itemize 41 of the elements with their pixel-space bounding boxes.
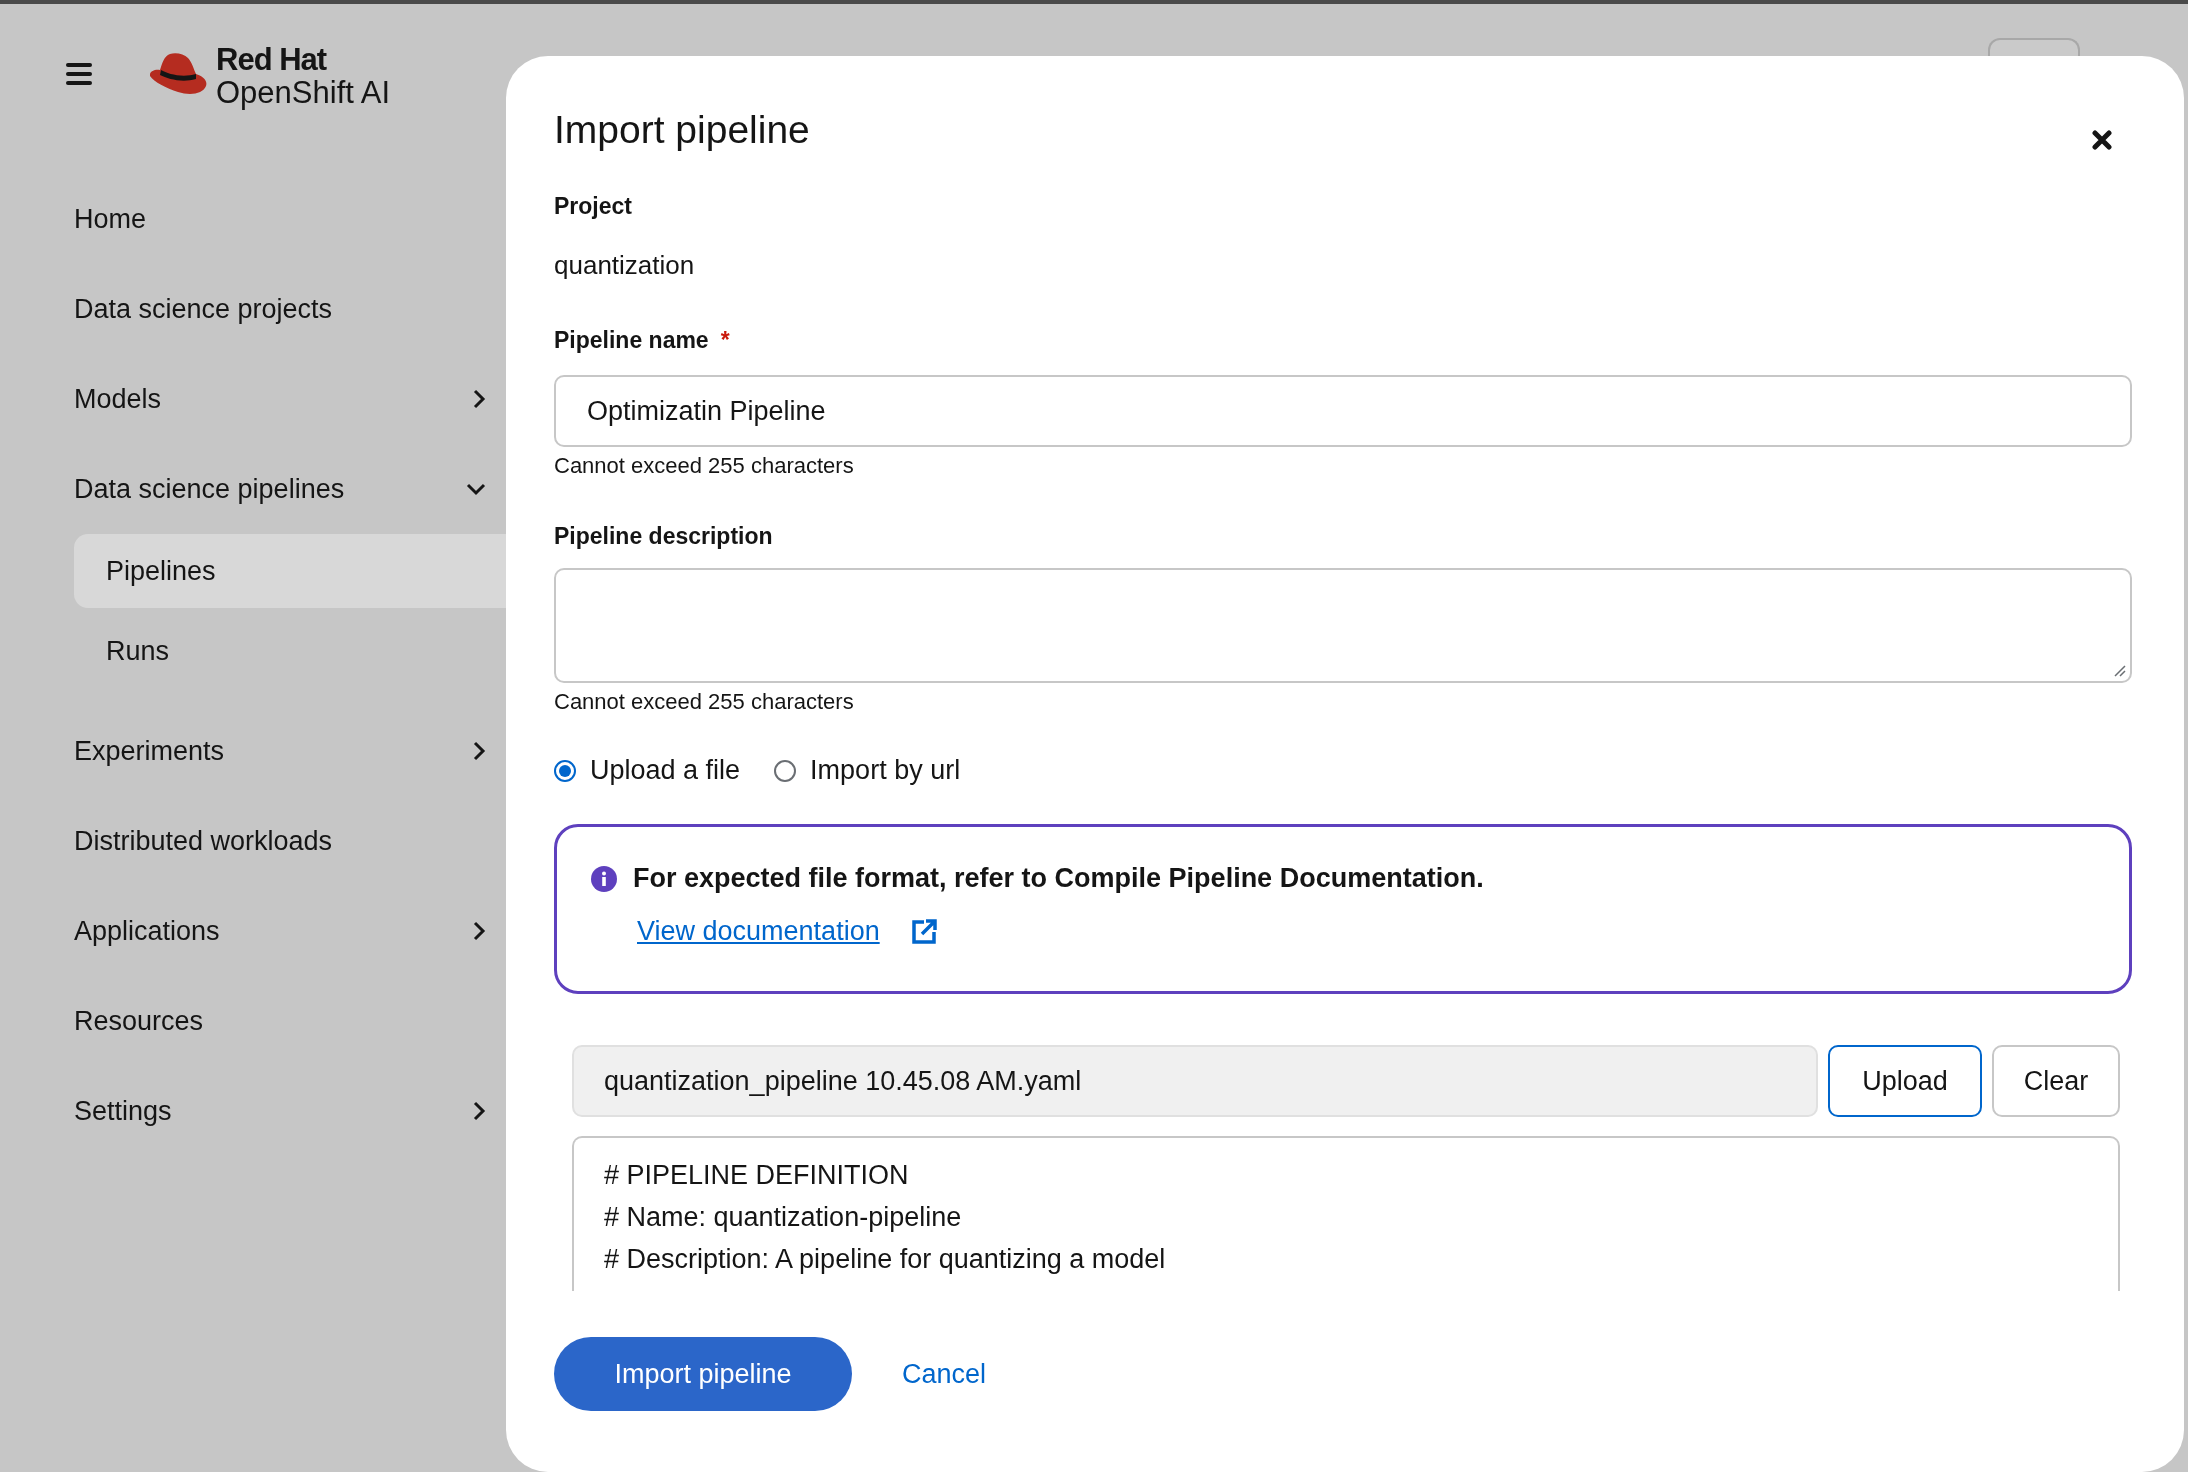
external-link-icon[interactable] bbox=[909, 917, 938, 946]
code-editor[interactable]: # PIPELINE DEFINITION # Name: quantization-pipeline # Description: A pipeline for quantizing a model bbox=[572, 1136, 2120, 1291]
radio-icon[interactable] bbox=[774, 759, 797, 782]
nav-item[interactable]: Settings bbox=[0, 1066, 506, 1156]
nav-item[interactable]: Applications bbox=[0, 886, 506, 976]
nav-subitem[interactable]: Runs bbox=[74, 614, 506, 688]
field-label: Pipeline description bbox=[554, 523, 774, 550]
field-label: Project bbox=[554, 193, 633, 220]
required-mark: * bbox=[720, 327, 730, 353]
nav-item[interactable]: Experiments bbox=[0, 706, 506, 796]
modal-title: Import pipeline bbox=[554, 107, 810, 153]
product-name: OpenShift AI bbox=[216, 76, 391, 109]
radio-option[interactable]: Upload a file bbox=[554, 755, 741, 786]
close-icon[interactable] bbox=[2092, 130, 2112, 150]
project-name: quantization bbox=[554, 250, 696, 281]
hat-logo-icon bbox=[150, 52, 208, 96]
clear-button[interactable]: Clear bbox=[1992, 1045, 2120, 1117]
menu-icon[interactable] bbox=[66, 63, 92, 85]
nav-item[interactable]: Models bbox=[0, 354, 506, 444]
documentation-link[interactable]: View documentation bbox=[637, 916, 880, 947]
nav-subitem[interactable]: Pipelines bbox=[74, 534, 506, 608]
nav-item[interactable]: Home bbox=[0, 174, 506, 264]
brand-name: Red Hat bbox=[216, 43, 328, 76]
radio-option[interactable]: Import by url bbox=[774, 755, 961, 786]
file-name-field: quantization_pipeline 10.45.08 AM.yaml bbox=[572, 1045, 1818, 1117]
upload-button[interactable]: Upload bbox=[1828, 1045, 1982, 1117]
textarea-field[interactable] bbox=[554, 568, 2132, 683]
nav-item[interactable]: Data science pipelines bbox=[0, 444, 506, 534]
info-icon bbox=[591, 865, 617, 892]
cancel-link[interactable]: Cancel bbox=[902, 1358, 987, 1390]
input-field[interactable]: Optimizatin Pipeline bbox=[554, 375, 2132, 447]
nav-item[interactable]: Data science projects bbox=[0, 264, 506, 354]
import-button[interactable]: Import pipeline bbox=[554, 1337, 852, 1411]
alert-title: For expected file format, refer to Compile Pipeline Documentation. bbox=[633, 863, 1484, 894]
radio-icon[interactable] bbox=[554, 759, 576, 782]
helper-text: Cannot exceed 255 characters bbox=[554, 453, 855, 479]
helper-text: Cannot exceed 255 characters bbox=[554, 689, 855, 715]
nav-item[interactable]: Distributed workloads bbox=[0, 796, 506, 886]
nav-item[interactable]: Resources bbox=[0, 976, 506, 1066]
field-label: Pipeline name bbox=[554, 327, 709, 353]
resize-handle-icon[interactable] bbox=[2114, 665, 2126, 677]
